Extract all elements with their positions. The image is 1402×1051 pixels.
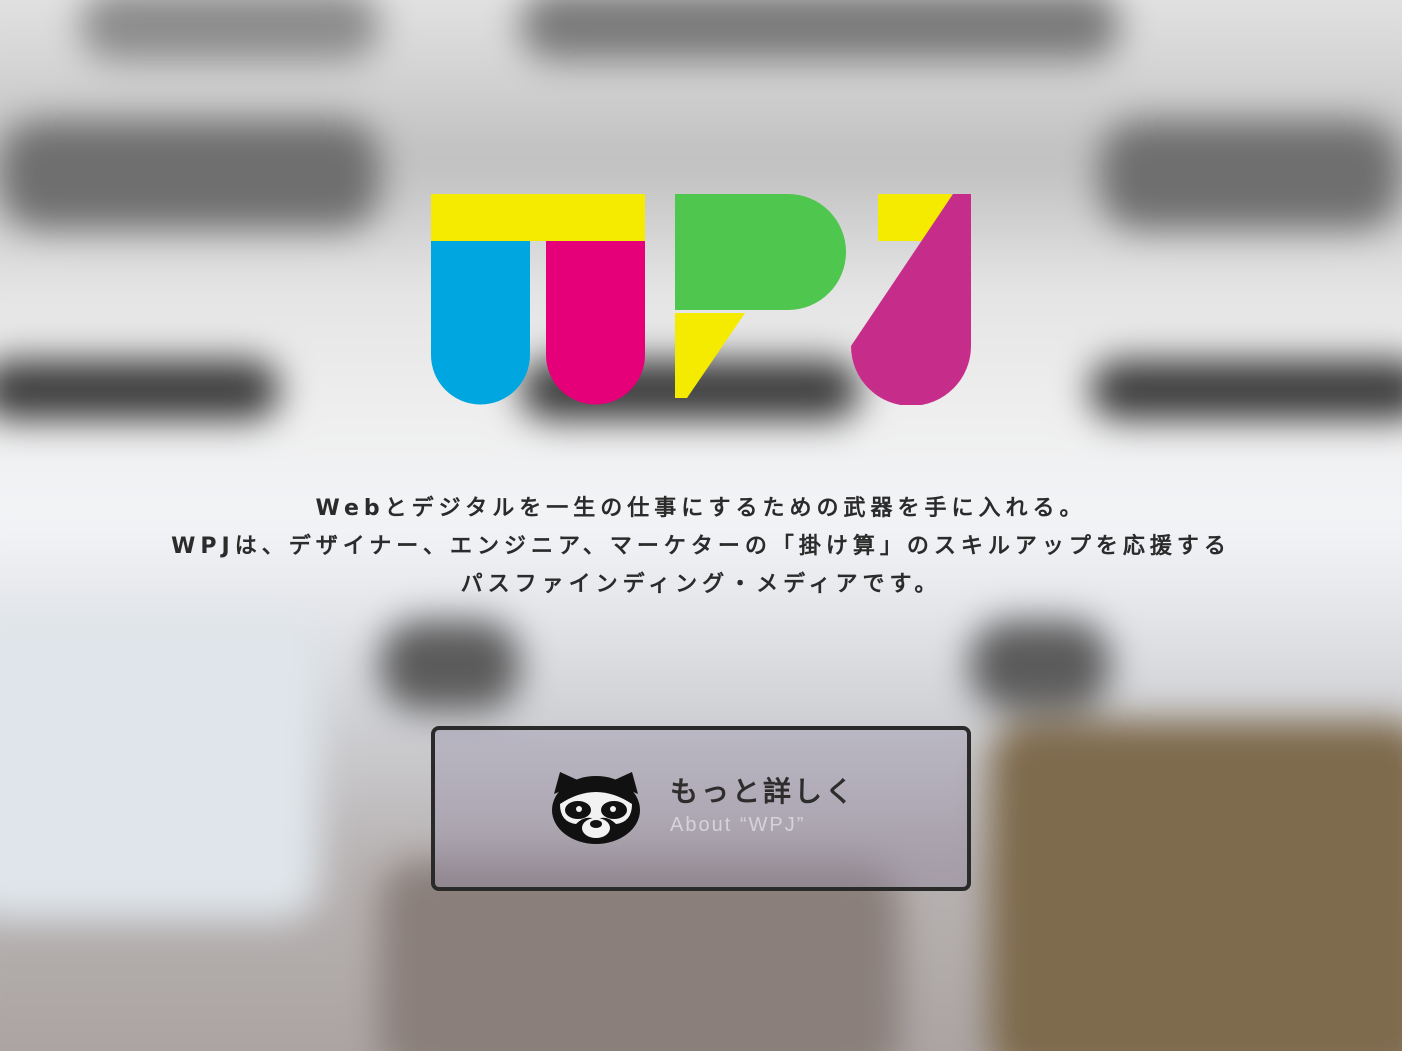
logo-w-top-bar — [431, 194, 645, 241]
wpj-logo-graphic — [431, 194, 971, 405]
tagline-line-2: WPJは、デザイナー、エンジニア、マーケターの「掛け算」のスキルアップを応援する — [171, 534, 1231, 559]
raccoon-icon — [550, 770, 642, 846]
tagline-line-3: パスファインディング・メディアです。 — [460, 572, 942, 597]
tagline-line-1: Webとデジタルを一生の仕事にするための武器を手に入れる。 — [315, 496, 1087, 521]
logo-p-stem — [675, 313, 745, 398]
wpj-logo[interactable] — [431, 194, 971, 405]
logo-w-left-leg — [431, 241, 530, 405]
about-text: もっと詳しく About “WPJ” — [670, 774, 856, 838]
about-subtitle: About “WPJ” — [670, 814, 806, 836]
tagline: Webとデジタルを一生の仕事にするための武器を手に入れる。 WPJは、デザイナー… — [0, 490, 1402, 604]
logo-w-right-leg — [546, 241, 645, 405]
logo-p-bowl — [675, 194, 846, 310]
about-button[interactable]: もっと詳しく About “WPJ” — [431, 726, 971, 891]
about-title: もっと詳しく — [670, 775, 857, 808]
